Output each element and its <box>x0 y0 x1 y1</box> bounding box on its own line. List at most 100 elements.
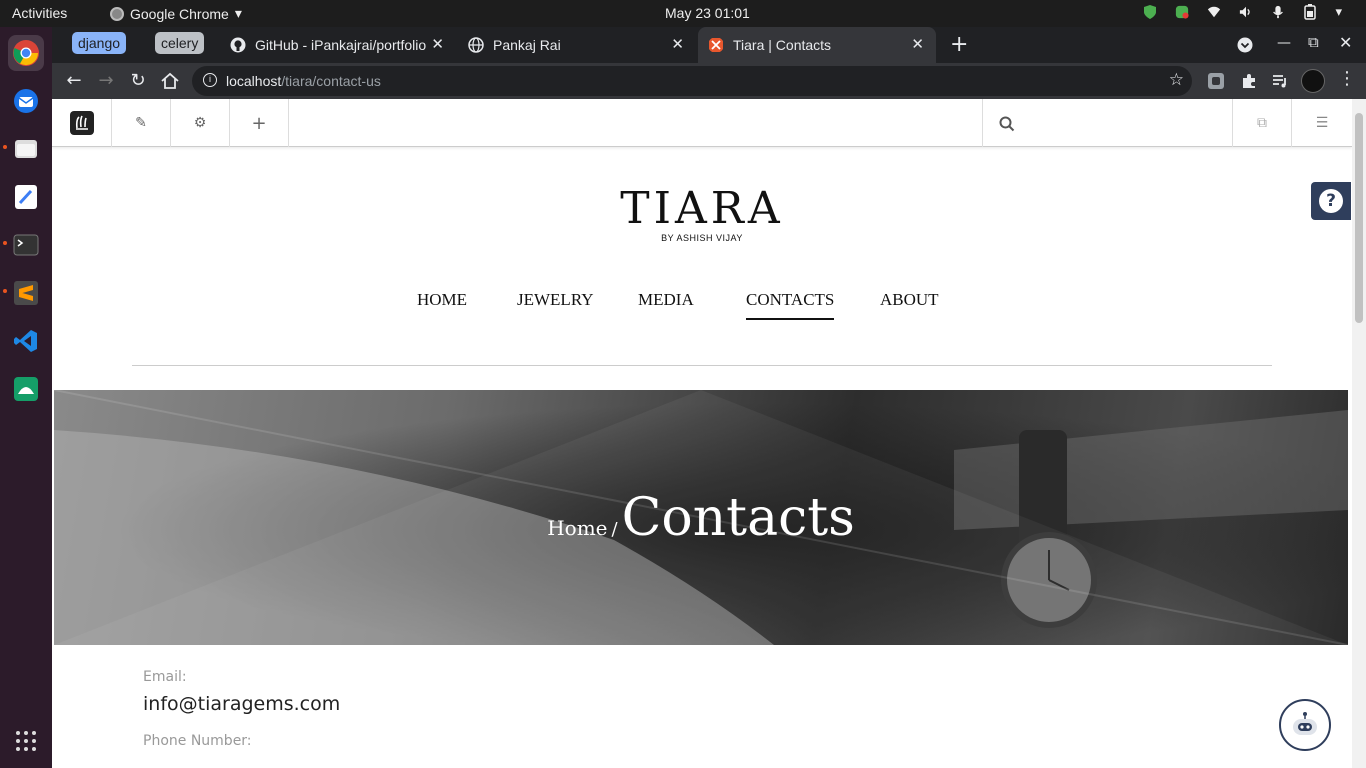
extensions-puzzle-icon[interactable] <box>1240 72 1258 90</box>
extension-icon[interactable] <box>1207 72 1225 90</box>
chrome-icon <box>13 40 39 66</box>
nav-contacts[interactable]: CONTACTS <box>746 290 835 320</box>
system-tray[interactable]: ▾ <box>1143 4 1342 20</box>
email-value[interactable]: info@tiaragems.com <box>143 693 340 715</box>
nav-about[interactable]: ABOUT <box>880 290 939 310</box>
shield-icon <box>1144 5 1157 19</box>
gear-icon: ⚙ <box>193 115 207 131</box>
dock-files[interactable] <box>8 131 44 167</box>
close-window-icon[interactable]: ✕ <box>1339 33 1352 52</box>
dock-vscode[interactable] <box>8 323 44 359</box>
dock-text-editor[interactable] <box>8 179 44 215</box>
page-scrollbar[interactable] <box>1352 99 1366 768</box>
url-text[interactable]: localhost/tiara/contact-us <box>226 73 381 89</box>
nav-media[interactable]: MEDIA <box>638 290 694 310</box>
plus-icon: + <box>251 112 267 134</box>
breadcrumb-separator: / <box>611 519 618 540</box>
page-viewport: ✎ ⚙ + ⧉ ☰ ? TIARA BY ASHISH VIJAY HOME J… <box>52 99 1366 768</box>
sliders-icon: ☰ <box>1315 115 1329 131</box>
breadcrumb-home-link[interactable]: Home <box>547 516 607 540</box>
cms-logo-button[interactable] <box>52 99 112 147</box>
search-icon <box>999 116 1015 132</box>
close-tab-icon[interactable]: ✕ <box>431 35 444 53</box>
cms-search-field[interactable] <box>982 99 1232 147</box>
globe-icon <box>468 37 484 53</box>
tiara-favicon-icon <box>709 38 723 52</box>
github-icon <box>230 37 246 53</box>
main-navigation: HOME JEWELRY MEDIA CONTACTS ABOUT <box>52 290 1352 330</box>
tab-group-celery[interactable]: celery <box>155 32 205 54</box>
browser-toolbar: ← → ↻ i localhost/tiara/contact-us ☆ ⋮ <box>52 63 1366 99</box>
app-menu-label: Google Chrome <box>130 5 229 22</box>
hero-breadcrumb: Home/Contacts <box>54 488 1348 548</box>
scrollbar-thumb[interactable] <box>1355 113 1363 323</box>
page-title: Contacts <box>621 488 855 548</box>
cms-add-button[interactable]: + <box>230 99 289 147</box>
cms-structure-button[interactable]: ☰ <box>1292 99 1352 147</box>
cms-clipboard-button[interactable]: ⧉ <box>1232 99 1292 147</box>
tab-pankaj-rai[interactable]: Pankaj Rai ✕ <box>458 27 696 63</box>
text-editor-icon <box>15 185 37 209</box>
reload-icon[interactable]: ↻ <box>126 69 150 93</box>
close-tab-icon[interactable]: ✕ <box>671 35 684 53</box>
system-top-bar: Activities Google Chrome ▾ May 23 01:01 … <box>0 0 1366 27</box>
power-menu-chevron-icon: ▾ <box>1335 4 1342 19</box>
gitkraken-icon <box>14 377 38 401</box>
app-menu[interactable]: Google Chrome ▾ <box>110 5 242 22</box>
bookmark-star-icon[interactable]: ☆ <box>1169 70 1184 90</box>
app-grid-icon <box>16 731 36 751</box>
cms-settings-button[interactable]: ⚙ <box>171 99 230 147</box>
nav-jewelry[interactable]: JEWELRY <box>517 290 594 310</box>
dock-sublime-text[interactable] <box>8 275 44 311</box>
tab-strip: django celery GitHub - iPankajrai/portfo… <box>52 27 1366 63</box>
cms-toolbar: ✎ ⚙ + ⧉ ☰ <box>52 99 1352 147</box>
show-applications-button[interactable] <box>8 723 44 759</box>
dock-terminal[interactable] <box>8 227 44 263</box>
dock-gitkraken[interactable] <box>8 371 44 407</box>
running-indicator <box>3 289 7 293</box>
tab-title: Tiara | Contacts <box>733 37 832 53</box>
wifi-icon <box>1208 6 1221 18</box>
cms-search-input[interactable] <box>1023 111 1223 135</box>
site-info-icon[interactable]: i <box>203 73 217 87</box>
dock-thunderbird[interactable] <box>8 83 44 119</box>
forward-arrow-icon[interactable]: → <box>94 69 118 93</box>
help-button[interactable]: ? <box>1311 182 1351 220</box>
profile-avatar[interactable] <box>1301 69 1325 93</box>
battery-icon <box>1304 4 1317 20</box>
activities-button[interactable]: Activities <box>12 5 67 21</box>
chrome-menu-icon[interactable]: ⋮ <box>1338 68 1356 89</box>
tab-github[interactable]: GitHub - iPankajrai/portfolio ✕ <box>220 27 456 63</box>
hero-banner: Home/Contacts <box>54 390 1348 645</box>
clipboard-icon: ⧉ <box>1257 115 1267 131</box>
address-bar[interactable]: i localhost/tiara/contact-us ☆ <box>192 66 1192 96</box>
new-tab-button[interactable]: + <box>950 32 968 57</box>
site-logo[interactable]: TIARA BY ASHISH VIJAY <box>612 183 792 244</box>
minimize-window-icon[interactable]: — <box>1277 35 1291 51</box>
clock[interactable]: May 23 01:01 <box>665 5 750 21</box>
email-label: Email: <box>143 669 187 685</box>
phone-label: Phone Number: <box>143 733 252 749</box>
tab-group-django[interactable]: django <box>72 32 127 54</box>
chrome-icon <box>110 6 124 21</box>
restore-window-icon[interactable]: ⧉ <box>1308 33 1319 51</box>
media-control-icon[interactable] <box>1271 72 1289 90</box>
chevron-down-icon: ▾ <box>234 5 242 21</box>
contact-info: Email: info@tiaragems.com Phone Number: <box>143 669 340 749</box>
home-icon[interactable] <box>158 69 182 93</box>
back-arrow-icon[interactable]: ← <box>62 69 86 93</box>
chatbot-button[interactable] <box>1279 699 1331 751</box>
question-icon: ? <box>1319 189 1343 213</box>
cms-logo-icon <box>69 111 94 135</box>
tab-title: GitHub - iPankajrai/portfolio <box>255 37 427 53</box>
tab-tiara-contacts[interactable]: Tiara | Contacts ✕ <box>698 27 936 63</box>
dock-chrome[interactable] <box>8 35 44 71</box>
nav-home[interactable]: HOME <box>417 290 467 310</box>
vscode-icon <box>14 330 37 352</box>
microphone-icon <box>1273 5 1284 19</box>
cms-edit-button[interactable]: ✎ <box>112 99 171 147</box>
tab-search-icon[interactable] <box>1237 37 1253 53</box>
folder-icon <box>15 140 37 158</box>
logo-wordmark: TIARA <box>620 183 784 234</box>
close-tab-icon[interactable]: ✕ <box>911 35 924 53</box>
